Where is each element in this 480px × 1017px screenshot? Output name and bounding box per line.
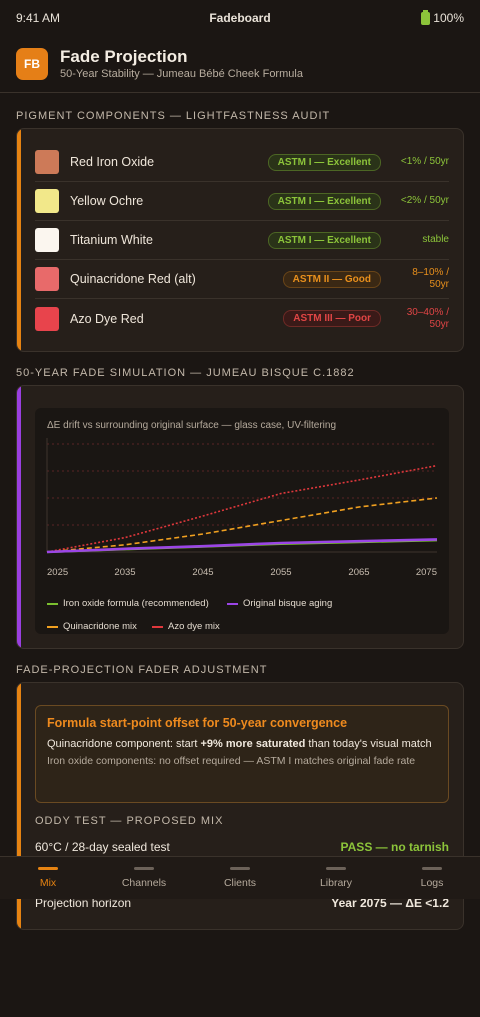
tab-library[interactable]: Library — [288, 857, 384, 899]
pigment-name: Yellow Ochre — [70, 194, 144, 208]
pigment-row[interactable]: Yellow Ochre ASTM I — Excellent <2% / 50… — [35, 182, 449, 221]
astm-badge: ASTM I — Excellent — [267, 192, 381, 210]
fade-rate: stable — [422, 234, 449, 245]
tab-channels[interactable]: Channels — [96, 857, 192, 899]
offset-instruction: Quinacridone component: start +9% more s… — [47, 737, 437, 751]
header-text: Fade Projection 50-Year Stability — Jume… — [60, 47, 303, 81]
offset-suffix: than today's visual match — [305, 738, 432, 750]
series-line — [46, 464, 438, 553]
pigment-swatch — [35, 189, 59, 213]
legend-label: Original bisque aging — [243, 598, 333, 609]
pigment-row[interactable]: Red Iron Oxide ASTM I — Excellent <1% / … — [35, 143, 449, 182]
x-tick-label: 2025 — [47, 567, 68, 578]
pigment-name: Titanium White — [70, 233, 153, 247]
tab-indicator-icon — [326, 867, 346, 870]
tab-mix[interactable]: Mix — [0, 857, 96, 899]
pigment-row[interactable]: Quinacridone Red (alt) ASTM II — Good 8–… — [35, 260, 449, 299]
offset-title: Formula start-point offset for 50-year c… — [47, 716, 348, 730]
fade-rate: <2% / 50yr — [400, 195, 449, 206]
tab-label: Mix — [39, 877, 57, 889]
pigment-swatch — [35, 150, 59, 174]
fade-chart: ΔE drift vs surrounding original surface… — [35, 408, 449, 634]
offset-prefix: Quinacridone component: start — [47, 738, 201, 750]
tab-indicator-icon — [38, 867, 58, 870]
tab-label: Channels — [121, 877, 167, 889]
tab-label: Clients — [223, 877, 257, 889]
simulation-card: ΔE drift vs surrounding original surface… — [16, 385, 464, 649]
legend-item: Original bisque aging — [227, 598, 332, 609]
pigment-swatch — [35, 306, 59, 331]
fade-rate: 30–40% / 50yr — [406, 306, 449, 330]
simulation-heading: 50-YEAR FADE SIMULATION — JUMEAU BISQUE … — [16, 367, 355, 379]
x-tick-label: 2065 — [348, 567, 369, 578]
offset-callout: Formula start-point offset for 50-year c… — [35, 705, 449, 803]
pigment-name: Red Iron Oxide — [70, 155, 155, 169]
tab-indicator-icon — [134, 867, 154, 870]
status-bar: 9:41 AM Fadeboard 100% — [0, 0, 480, 36]
oddy-result-row: 60°C / 28-day sealed test PASS — no tarn… — [35, 840, 449, 854]
tab-logs[interactable]: Logs — [384, 857, 480, 899]
pigment-name: Azo Dye Red — [70, 311, 144, 326]
tab-clients[interactable]: Clients — [192, 857, 288, 899]
tab-label: Library — [319, 877, 353, 889]
legend-item: Iron oxide formula (recommended) — [47, 598, 209, 609]
legend-swatch — [47, 625, 58, 628]
x-tick-label: 2035 — [114, 567, 135, 578]
x-tick-label: 2055 — [270, 567, 291, 578]
legend-label: Quinacridone mix — [63, 621, 137, 632]
pigments-card: Red Iron Oxide ASTM I — Excellent <1% / … — [16, 128, 464, 352]
legend-label: Azo dye mix — [168, 621, 220, 632]
offset-amount: +9% more saturated — [200, 738, 306, 750]
legend-swatch — [152, 625, 163, 628]
fade-rate: <1% / 50yr — [400, 156, 449, 167]
tab-indicator-icon — [230, 867, 250, 870]
page-subtitle: 50-Year Stability — Jumeau Bébé Cheek Fo… — [60, 68, 303, 80]
pigment-row[interactable]: Titanium White ASTM I — Excellent stable — [35, 221, 449, 260]
oddy-heading: ODDY TEST — PROPOSED MIX — [35, 815, 224, 827]
legend-item: Quinacridone mix — [47, 621, 137, 632]
pigment-swatch — [35, 228, 59, 252]
oddy-test-result: PASS — no tarnish — [340, 840, 449, 854]
astm-badge: ASTM I — Excellent — [267, 231, 381, 249]
legend-label: Iron oxide formula (recommended) — [63, 598, 209, 609]
oddy-test-label: 60°C / 28-day sealed test — [35, 840, 170, 854]
astm-badge: ASTM III — Poor — [283, 310, 381, 327]
legend-swatch — [227, 602, 238, 605]
legend-swatch — [47, 602, 58, 605]
tab-label: Logs — [420, 877, 444, 889]
offset-note: Iron oxide components: no offset require… — [47, 755, 416, 767]
astm-badge: ASTM I — Excellent — [267, 153, 381, 171]
tab-indicator-icon — [422, 867, 442, 870]
page-title: Fade Projection — [60, 47, 188, 66]
fader-heading: FADE-PROJECTION FADER ADJUSTMENT — [16, 664, 268, 676]
series-line — [46, 538, 438, 554]
x-tick-label: 2045 — [192, 567, 213, 578]
pigment-swatch — [35, 267, 59, 291]
battery-icon — [421, 9, 431, 25]
pigment-row[interactable]: Azo Dye Red ASTM III — Poor 30–40% / 50y… — [35, 299, 449, 338]
app-header: FB Fade Projection 50-Year Stability — J… — [0, 36, 480, 93]
x-tick-label: 2075 — [416, 567, 437, 578]
legend-item: Azo dye mix — [152, 621, 220, 632]
pigments-heading: PIGMENT COMPONENTS — LIGHTFASTNESS AUDIT — [16, 110, 331, 122]
astm-badge: ASTM II — Good — [282, 270, 381, 288]
status-app-title: Fadeboard — [209, 11, 271, 25]
tab-bar: Mix Channels Clients Library Logs — [0, 856, 480, 899]
pigment-name: Quinacridone Red (alt) — [70, 272, 196, 286]
fade-rate: 8–10% / 50yr — [412, 267, 449, 290]
app-logo[interactable]: FB — [16, 48, 48, 80]
